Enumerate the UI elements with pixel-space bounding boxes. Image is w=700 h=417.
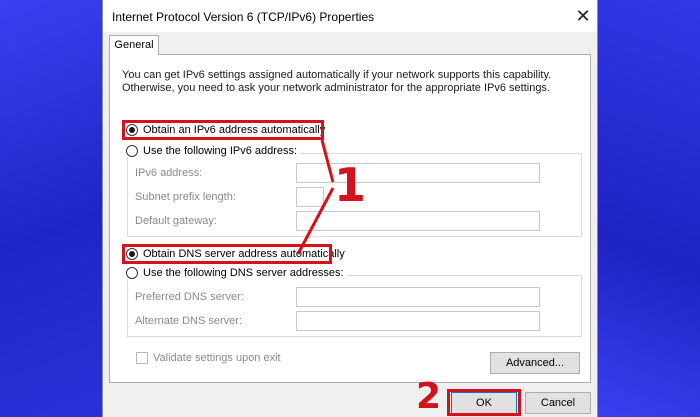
step-1-label: 1: [334, 158, 367, 212]
arrow-to-ipv6-auto: [320, 139, 335, 183]
tab-general[interactable]: General: [109, 35, 159, 55]
arrow-to-dns-auto: [296, 187, 335, 255]
step-2-label: 2: [416, 376, 442, 417]
